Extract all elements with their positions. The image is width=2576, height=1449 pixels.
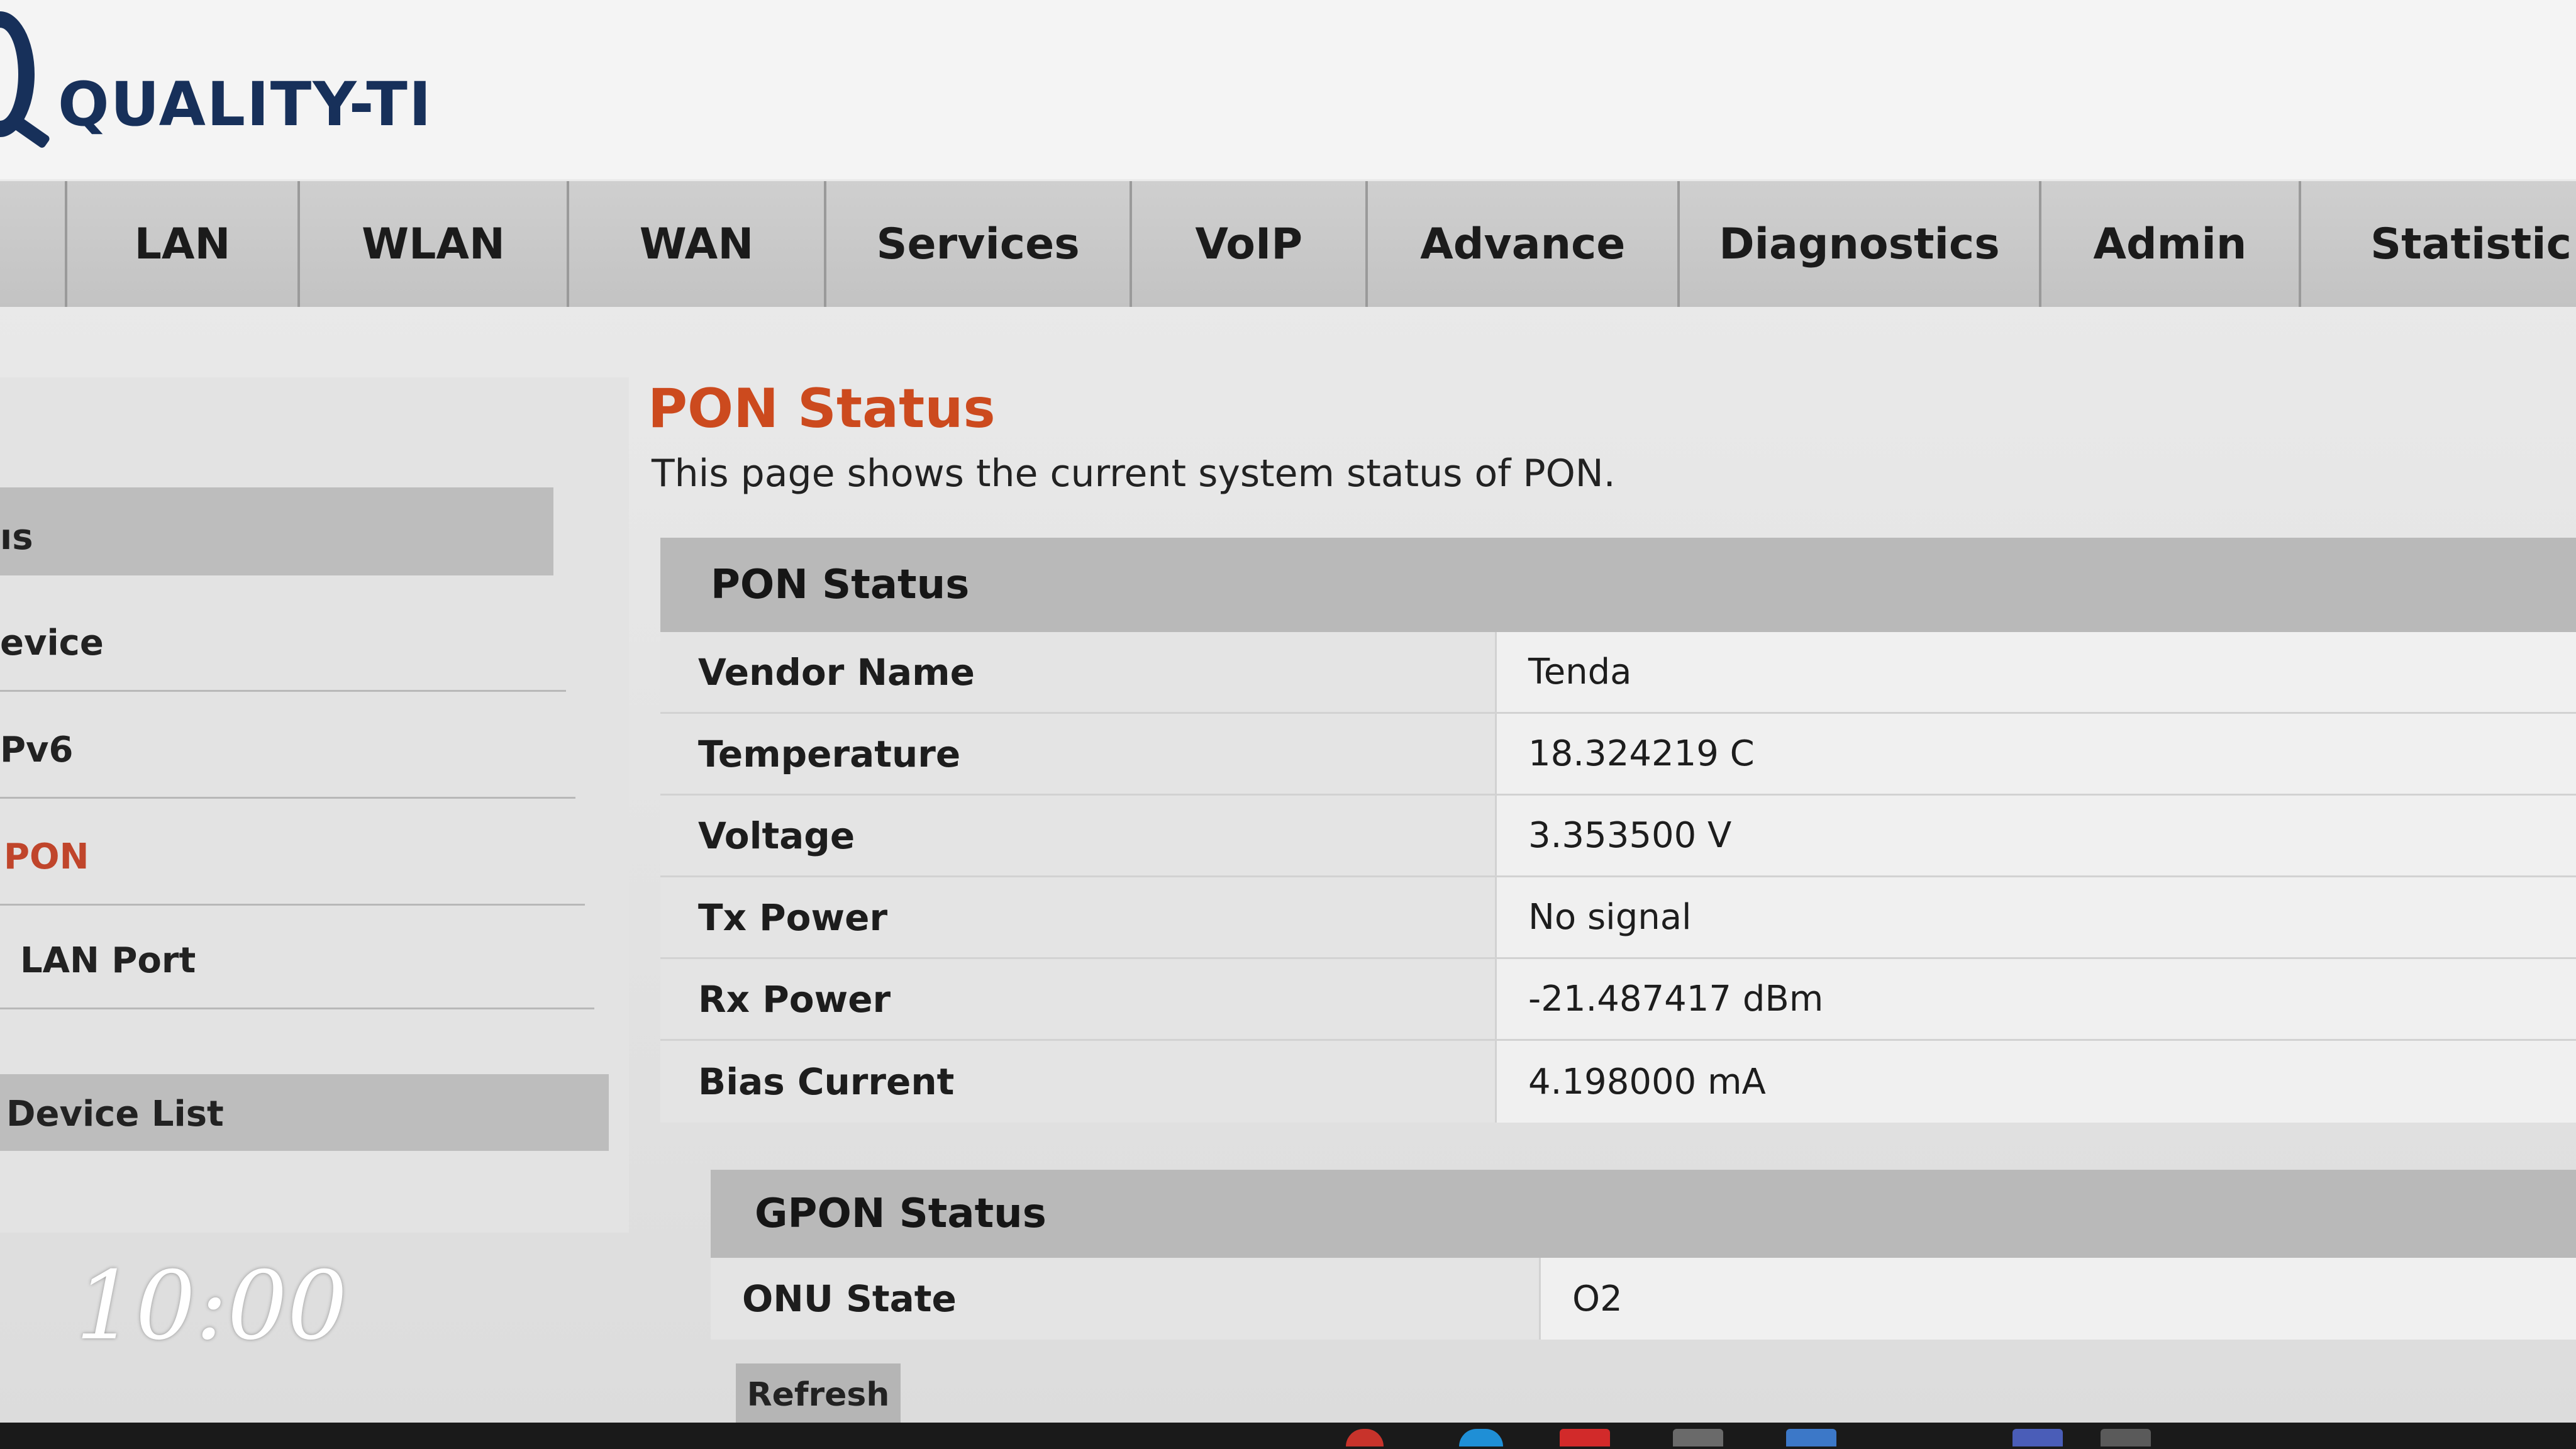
row-value: No signal [1497, 877, 2576, 957]
row-value: O2 [1541, 1258, 2576, 1340]
nav-item-voip[interactable]: VoIP [1132, 181, 1368, 307]
status-row-vendor-name: Vendor Name Tenda [660, 632, 2576, 714]
gpon-status-header: GPON Status [711, 1170, 2576, 1258]
logo-tail-icon [12, 116, 51, 150]
sidebar-item-device[interactable]: evice [0, 585, 566, 692]
row-label: Vendor Name [660, 632, 1497, 712]
taskbar-app-icon[interactable] [2101, 1429, 2151, 1446]
taskbar-app-icon[interactable] [1346, 1429, 1384, 1446]
nav-item-statistic[interactable]: Statistic [2301, 181, 2576, 307]
sidebar-item-lan-port[interactable]: LAN Port [0, 906, 594, 1009]
nav-item-admin[interactable]: Admin [2041, 181, 2302, 307]
pon-status-header: PON Status [660, 538, 2576, 632]
row-label: Temperature [660, 714, 1497, 794]
overlay-clock: 10:00 [75, 1252, 348, 1361]
gpon-status-panel: GPON Status ONU State O2 [711, 1170, 2576, 1340]
status-row-onu-state: ONU State O2 [711, 1258, 2576, 1340]
row-value: 3.353500 V [1497, 796, 2576, 875]
status-row-tx-power: Tx Power No signal [660, 877, 2576, 959]
sidebar-item-label: Device List [6, 1094, 224, 1135]
sidebar: ıs evice Pv6 PON LAN Port Device List [0, 377, 629, 1233]
nav-item-wan[interactable]: WAN [569, 181, 826, 307]
taskbar-app-icon[interactable] [1459, 1429, 1503, 1446]
sidebar-item-label: PON [4, 836, 89, 877]
row-value: -21.487417 dBm [1497, 959, 2576, 1039]
row-label: ONU State [711, 1258, 1541, 1340]
sidebar-header-device-list[interactable]: Device List [0, 1074, 609, 1151]
taskbar-app-icon[interactable] [1673, 1429, 1723, 1446]
taskbar-app-icon[interactable] [2012, 1429, 2063, 1446]
row-label: Rx Power [660, 959, 1497, 1039]
row-value: 18.324219 C [1497, 714, 2576, 794]
sidebar-item-pon[interactable]: PON [0, 799, 585, 906]
row-value: Tenda [1497, 632, 2576, 712]
logo-icon [0, 11, 35, 137]
status-row-voltage: Voltage 3.353500 V [660, 796, 2576, 877]
row-value: 4.198000 mA [1497, 1041, 2576, 1123]
refresh-button[interactable]: Refresh [736, 1363, 901, 1426]
nav-item-services[interactable]: Services [826, 181, 1133, 307]
top-navigation: LAN WLAN WAN Services VoIP Advance Diagn… [0, 181, 2576, 307]
status-row-temperature: Temperature 18.324219 C [660, 714, 2576, 796]
status-row-bias-current: Bias Current 4.198000 mA [660, 1041, 2576, 1123]
row-label: Tx Power [660, 877, 1497, 957]
sidebar-item-label: LAN Port [20, 940, 196, 981]
sidebar-header-status[interactable]: ıs [0, 487, 553, 575]
sidebar-item-ipv6[interactable]: Pv6 [0, 692, 575, 799]
page-title: PON Status [648, 377, 996, 440]
taskbar [0, 1423, 2576, 1449]
router-admin-screen: QUALITY-TI LAN WLAN WAN Services VoIP Ad… [0, 0, 2576, 1449]
row-label: Voltage [660, 796, 1497, 875]
header: QUALITY-TI [0, 0, 2576, 179]
sidebar-item-label: evice [0, 623, 104, 663]
status-row-rx-power: Rx Power -21.487417 dBm [660, 959, 2576, 1041]
nav-item-diagnostics[interactable]: Diagnostics [1680, 181, 2041, 307]
main-content: PON Status This page shows the current s… [648, 377, 2576, 1426]
row-label: Bias Current [660, 1041, 1497, 1123]
nav-item-partial[interactable] [0, 181, 68, 307]
nav-item-lan[interactable]: LAN [67, 181, 300, 307]
pon-status-panel: PON Status Vendor Name Tenda Temperature… [660, 538, 2576, 1123]
sidebar-item-label: Pv6 [0, 730, 74, 770]
logo-text: QUALITY-TI [58, 69, 433, 140]
sidebar-item-label: ıs [0, 517, 33, 558]
nav-item-advance[interactable]: Advance [1368, 181, 1680, 307]
taskbar-app-icon[interactable] [1560, 1429, 1610, 1446]
page-description: This page shows the current system statu… [652, 452, 1616, 496]
nav-item-wlan[interactable]: WLAN [300, 181, 570, 307]
taskbar-app-icon[interactable] [1786, 1429, 1836, 1446]
